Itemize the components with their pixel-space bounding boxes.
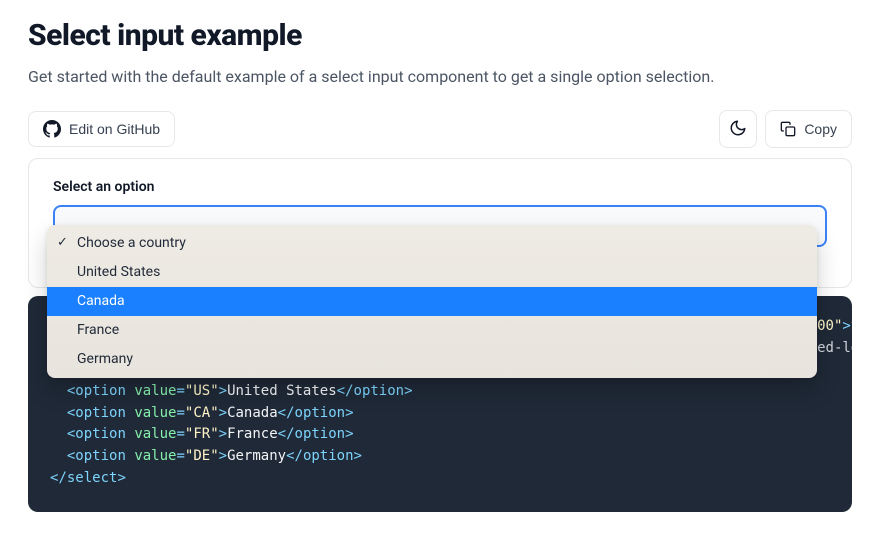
edit-on-github-label: Edit on GitHub <box>69 121 160 137</box>
select-label: Select an option <box>53 179 827 195</box>
check-icon: ✓ <box>57 233 68 253</box>
dropdown-item[interactable]: United States <box>47 258 817 287</box>
toolbar: Edit on GitHub Copy <box>28 110 852 148</box>
dropdown-item-label: Germany <box>77 351 133 367</box>
dropdown-item[interactable]: ✓ Choose a country <box>47 229 817 258</box>
dropdown-item[interactable]: France <box>47 316 817 345</box>
dropdown-item-label: Canada <box>77 293 125 309</box>
edit-on-github-button[interactable]: Edit on GitHub <box>28 111 175 147</box>
copy-icon <box>780 121 796 137</box>
page-title: Select input example <box>28 18 852 53</box>
dropdown-item-label: France <box>77 322 119 338</box>
dropdown-list: ✓ Choose a country United States Canada Fran… <box>47 225 817 378</box>
dropdown-item[interactable]: Canada <box>47 287 817 316</box>
page-subtitle: Get started with the default example of … <box>28 67 852 86</box>
moon-icon <box>729 119 747 140</box>
select-box: ✓Choose a countryUnited StatesCanadaFran… <box>53 205 827 247</box>
dropdown-item[interactable]: Germany <box>47 345 817 374</box>
dark-mode-toggle[interactable] <box>719 110 757 148</box>
dropdown-item-label: United States <box>77 264 160 280</box>
copy-label: Copy <box>804 121 837 137</box>
copy-button[interactable]: Copy <box>765 110 852 148</box>
github-icon <box>43 120 61 138</box>
dropdown-item-label: Choose a country <box>77 235 186 251</box>
preview-card: Select an option ✓Choose a countryUnited… <box>28 158 852 288</box>
